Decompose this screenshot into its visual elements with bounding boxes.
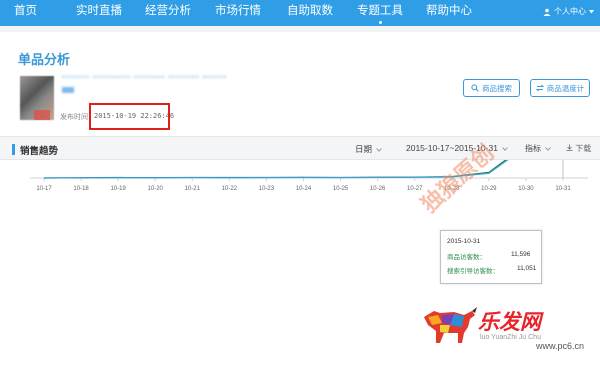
nav-item[interactable]: 经营分析 [145,0,191,26]
nav-item[interactable]: 首页 [14,0,37,26]
product-search-label: 商品搜索 [482,83,512,93]
product-search-button[interactable]: 商品搜索 [463,79,520,97]
chart-header: 销售趋势 日期 2015-10-17~2015-10-31 指标 下载 [0,136,600,160]
chevron-down-icon [376,148,383,152]
download-icon [566,144,573,151]
user-menu[interactable]: 个人中心 [543,6,594,17]
x-tick-label: 10-17 [36,186,52,192]
x-tick-label: 10-22 [222,186,238,192]
nav-item[interactable]: 市场行情 [215,0,261,26]
page-title: 单品分析 [18,52,71,67]
chevron-down-icon [545,147,552,151]
date-mode-label: 日期 [355,144,373,154]
x-tick-label: 10-24 [296,186,312,192]
product-title-link[interactable]: ▪▪▪▪▪▪▪▪ ▪▪▪▪▪▪▪▪▪▪▪ ▪▪▪▪▪▪▪▪▪ ▪▪▪▪▪▪▪▪▪… [62,74,322,82]
metric-dropdown[interactable]: 指标 [525,143,552,154]
tooltip-value: 11,596 [511,251,531,258]
chevron-down-icon [502,147,509,151]
nav-item[interactable]: 专题工具 [357,0,403,26]
chevron-down-icon [589,9,594,13]
nav-item-label: 市场行情 [215,5,261,17]
user-icon [543,8,551,16]
bull-logo-icon [424,307,477,343]
date-mode-dropdown[interactable]: 日期 [355,143,383,155]
tooltip-value: 11,051 [517,265,537,272]
swap-icon [535,84,544,92]
x-tick-label: 10-19 [110,186,126,192]
x-tick-label: 10-18 [73,186,89,192]
section-marker [12,144,15,155]
chart-title: 销售趋势 [20,146,59,157]
nav-item-label: 专题工具 [357,5,403,17]
tooltip-label: 商品访客数： [447,254,486,261]
x-tick-label: 10-31 [555,186,571,192]
nav-item[interactable]: 自助取数 [287,0,333,26]
search-icon [471,84,479,92]
nav-item-label: 自助取数 [287,5,333,17]
product-title-overflow [62,87,74,93]
thumbnail-tag [34,110,50,120]
nav-item-label: 实时直播 [76,5,122,17]
x-tick-label: 10-29 [481,186,497,192]
nav-item[interactable]: 帮助中心 [426,0,472,26]
tooltip-date: 2015-10-31 [447,238,481,245]
x-tick-label: 10-20 [148,186,164,192]
product-diagnosis-label: 商品温度计 [546,83,585,93]
logo-subtitle: luo YuanZhi Ju Chu [480,334,541,341]
tooltip-row: 搜索引导访客数： 11,051 [447,265,536,275]
x-tick-label: 10-23 [259,186,275,192]
logo-wordmark: 乐发网 [478,311,541,334]
annotation-highlight-box [89,103,170,130]
logo-url: www.pc6.cn [536,341,585,351]
user-menu-label: 个人中心 [554,7,586,16]
nav-item-label: 帮助中心 [426,5,472,17]
tooltip-row: 商品访客数： 11,596 [447,251,530,261]
x-tick-label: 10-30 [518,186,534,192]
nav-item-label: 首页 [14,5,37,17]
nav-item[interactable]: 实时直播 [76,0,122,26]
active-indicator [379,21,382,24]
chart-tooltip: 2015-10-31 商品访客数： 11,596 搜索引导访客数： 11,051 [440,230,542,284]
metric-label: 指标 [525,144,541,153]
tooltip-label: 搜索引导访客数： [447,268,499,275]
top-nav: 首页 实时直播 经营分析 市场行情 自助取数 专题工具 帮助中心 个人中心 [0,0,600,26]
x-tick-label: 10-25 [333,186,349,192]
x-tick-label: 10-21 [185,186,201,192]
download-label: 下载 [575,144,592,153]
x-tick-label: 10-26 [370,186,386,192]
product-diagnosis-button[interactable]: 商品温度计 [530,79,590,97]
nav-item-label: 经营分析 [145,5,191,17]
download-button[interactable]: 下载 [566,143,591,154]
